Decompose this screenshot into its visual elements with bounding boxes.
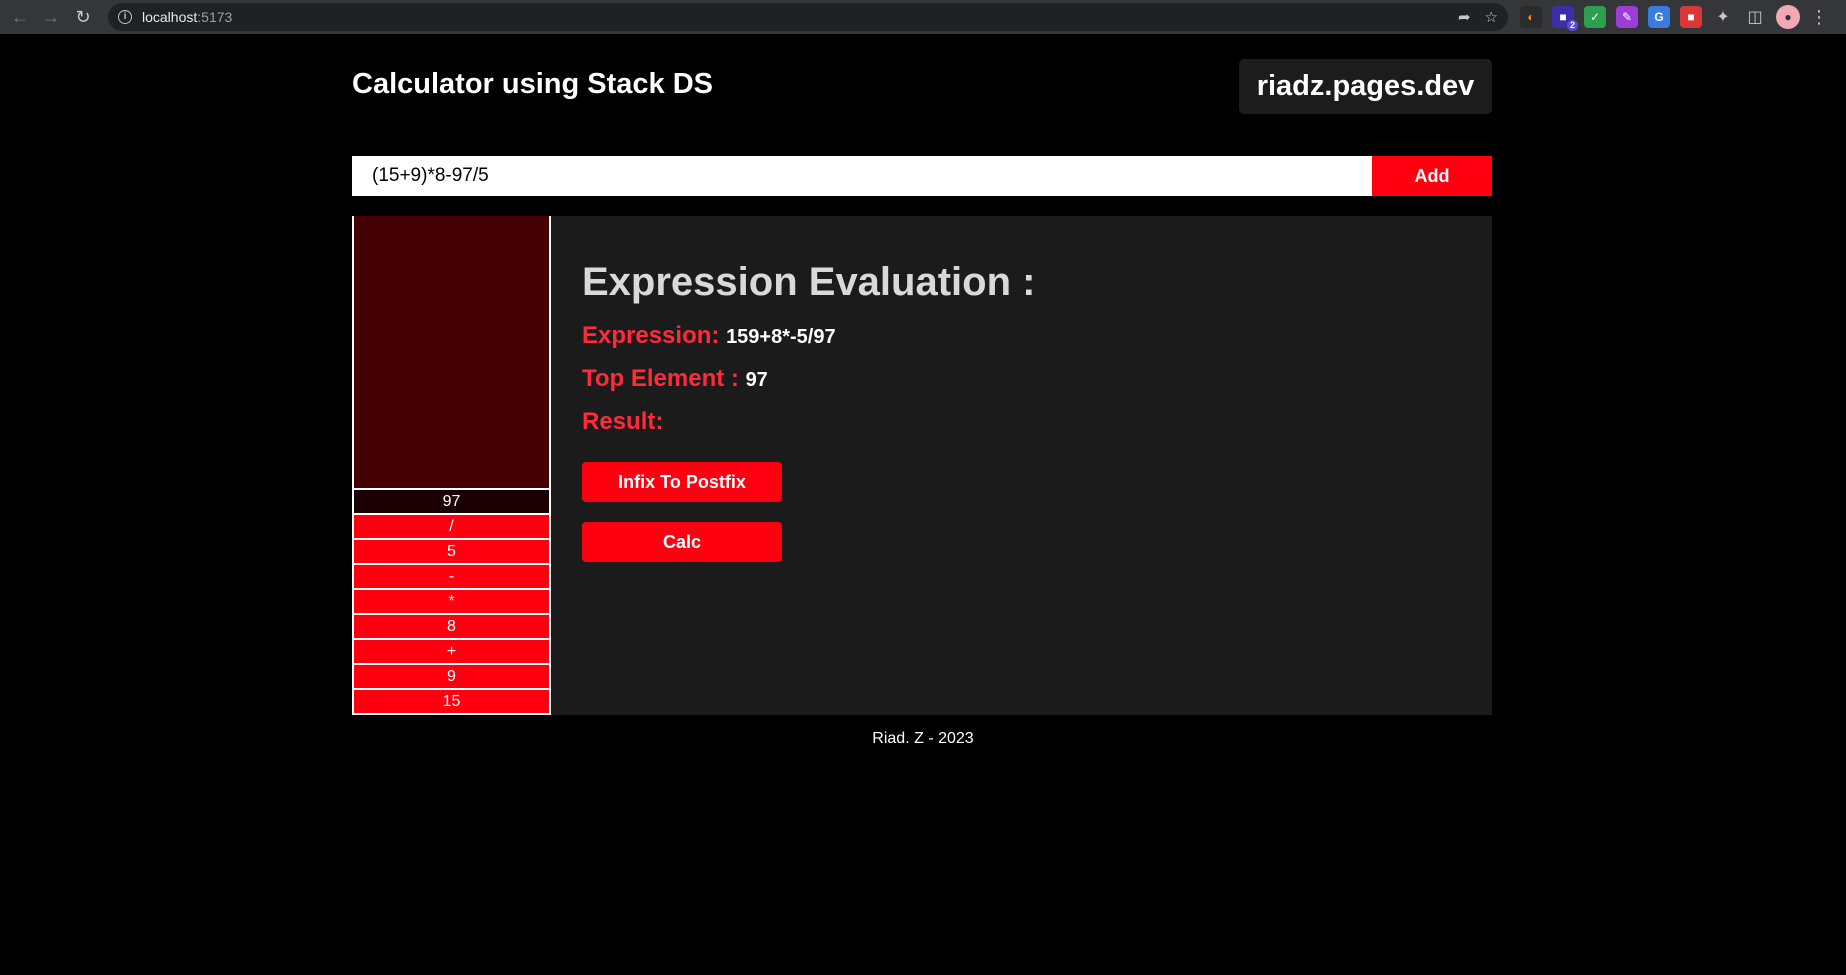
page-title: Calculator using Stack DS [352, 68, 713, 100]
browser-toolbar: ← → ↻ i localhost:5173 ➦ ☆ ◐ ■ 2 ✓ ✎ G ■ … [0, 0, 1846, 34]
top-element-row: Top Element : 97 [582, 365, 768, 393]
result-label: Result: [582, 408, 664, 435]
puzzle-icon[interactable]: ✦ [1712, 6, 1734, 28]
back-arrow-icon[interactable]: ← [4, 1, 36, 33]
url-host: localhost [142, 9, 198, 25]
expression-input[interactable] [352, 156, 1372, 196]
stack-item: * [354, 588, 549, 613]
evaluation-panel: Expression Evaluation : Expression: 159+… [551, 216, 1492, 715]
extension-icon[interactable]: ■ [1680, 6, 1702, 28]
stack-item: 5 [354, 538, 549, 563]
url-port: :5173 [197, 9, 233, 25]
translate-icon[interactable]: G [1648, 6, 1670, 28]
stack-item: 97 [354, 488, 549, 513]
extension-badge: 2 [1566, 20, 1578, 31]
stack-item: + [354, 638, 549, 663]
stack-item: 15 [354, 688, 549, 715]
menu-kebab-icon[interactable]: ⋮ [1810, 7, 1828, 28]
extension-icon[interactable]: ✎ [1616, 6, 1638, 28]
result-row: Result: [582, 408, 663, 436]
expression-label: Expression: [582, 322, 720, 349]
stack-item: - [354, 563, 549, 588]
extension-icon[interactable]: ■ 2 [1552, 6, 1578, 31]
expression-row: Expression: 159+8*-5/97 [582, 322, 836, 350]
calc-button[interactable]: Calc [582, 522, 782, 562]
info-icon[interactable]: i [118, 10, 132, 24]
add-button[interactable]: Add [1372, 156, 1492, 196]
site-link[interactable]: riadz.pages.dev [1239, 59, 1492, 114]
stack-item: / [354, 513, 549, 538]
footer-text: Riad. Z - 2023 [872, 730, 974, 747]
address-bar[interactable]: i localhost:5173 ➦ ☆ [108, 3, 1508, 31]
expression-value: 159+8*-5/97 [726, 326, 836, 348]
side-panel-icon[interactable]: ◫ [1744, 6, 1766, 28]
share-icon[interactable]: ➦ [1458, 8, 1471, 26]
top-element-value: 97 [745, 369, 768, 391]
evaluation-heading: Expression Evaluation : [582, 260, 1036, 304]
top-element-label: Top Element : [582, 365, 739, 392]
extensions-bar: ◐ ■ 2 ✓ ✎ G ■ ✦ ◫ ● ⋮ [1520, 4, 1828, 31]
avatar[interactable]: ● [1776, 5, 1800, 29]
forward-arrow-icon[interactable]: → [35, 1, 67, 33]
url-text[interactable]: localhost:5173 [142, 9, 232, 25]
infix-to-postfix-button[interactable]: Infix To Postfix [582, 462, 782, 502]
shield-icon[interactable]: ✓ [1584, 6, 1606, 28]
extension-icon[interactable]: ◐ [1520, 6, 1542, 28]
reload-icon[interactable]: ↻ [67, 1, 99, 33]
stack-panel: 97/5- * 8 +9 15 [352, 216, 551, 715]
bookmark-star-icon[interactable]: ☆ [1485, 8, 1498, 26]
stack-item: 9 [354, 663, 549, 688]
stack-item: 8 [354, 613, 549, 638]
stack-list: 97/5- * 8 +9 15 [354, 488, 549, 715]
